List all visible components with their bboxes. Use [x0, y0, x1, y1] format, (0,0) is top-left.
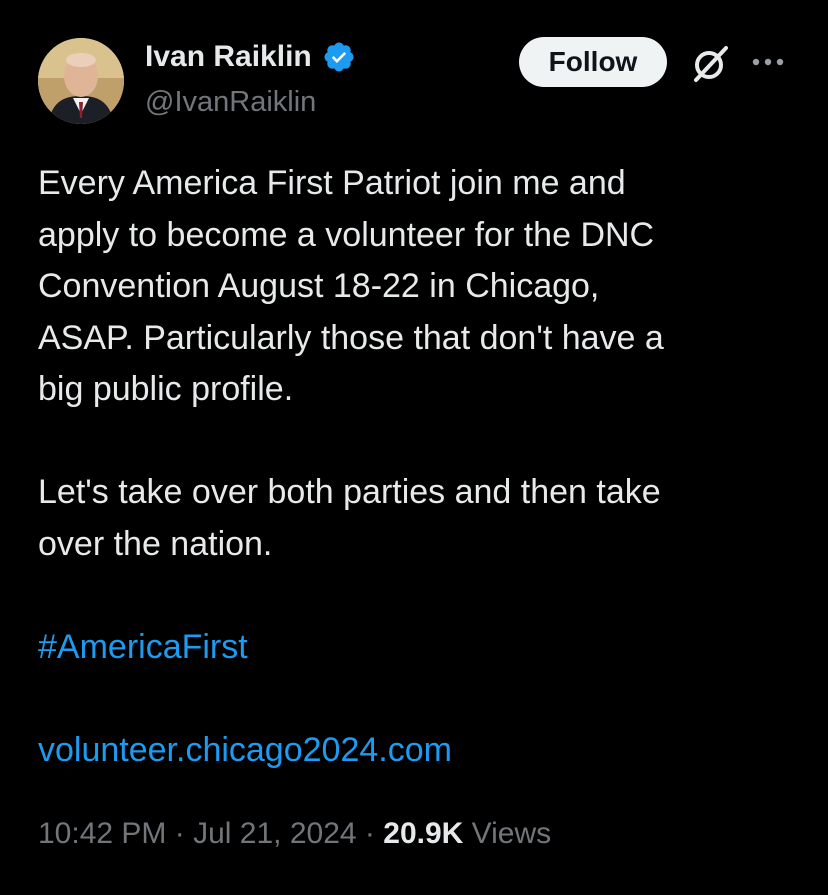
- follow-button[interactable]: Follow: [519, 37, 667, 87]
- tweet-line: Every America First Patriot join me and: [38, 164, 626, 202]
- tweet-line: apply to become a volunteer for the DNC: [38, 215, 655, 254]
- tweet-line: over the nation.: [38, 524, 273, 563]
- tweet-line: Convention August 18-22 in Chicago,: [38, 267, 600, 305]
- tweet-meta: 10:42 PM · Jul 21, 2024 · 20.9K Views: [38, 817, 551, 851]
- url-link[interactable]: volunteer.chicago2024.com: [38, 725, 798, 777]
- tweet-time[interactable]: 10:42 PM: [38, 817, 166, 850]
- meta-separator: ·: [174, 817, 185, 850]
- tweet-line: Let's take over both parties and then ta…: [38, 473, 661, 511]
- more-options-icon[interactable]: [750, 54, 786, 70]
- tweet-date[interactable]: Jul 21, 2024: [193, 817, 356, 850]
- author-handle[interactable]: @IvanRaiklin: [145, 86, 316, 119]
- grok-icon[interactable]: [690, 44, 730, 84]
- avatar[interactable]: [38, 38, 124, 124]
- tweet-line: ASAP. Particularly those that don't have…: [38, 318, 664, 357]
- avatar-photo: [38, 38, 124, 124]
- author-name-row[interactable]: Ivan Raiklin: [145, 40, 356, 74]
- tweet-paragraph-1: Every America First Patriot join me and …: [38, 158, 798, 416]
- views-count[interactable]: 20.9K: [383, 817, 463, 850]
- meta-separator: ·: [364, 817, 375, 850]
- hashtag-link[interactable]: #AmericaFirst: [38, 622, 798, 674]
- tweet-line: big public profile.: [38, 370, 294, 408]
- tweet-paragraph-2: Let's take over both parties and then ta…: [38, 467, 798, 570]
- views-label[interactable]: Views: [472, 817, 551, 850]
- verified-badge-icon: [324, 42, 354, 72]
- tweet-text: Every America First Patriot join me and …: [38, 158, 798, 776]
- author-name[interactable]: Ivan Raiklin: [145, 40, 312, 74]
